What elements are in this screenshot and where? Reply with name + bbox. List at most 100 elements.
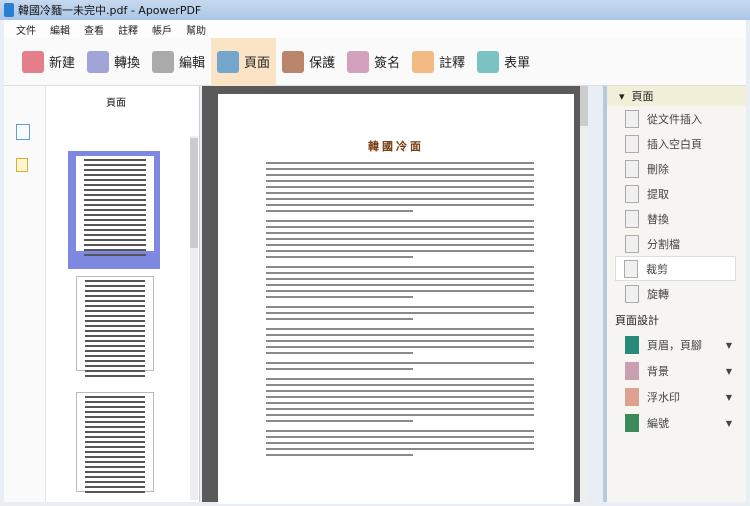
page-tool-icon: [625, 234, 639, 253]
attachment-icon[interactable]: [16, 158, 28, 172]
thumb-line: [85, 360, 145, 362]
dropdown-arrow-icon[interactable]: ▼: [726, 393, 732, 402]
toolbar-icon: [22, 50, 44, 73]
thumb-line: [85, 335, 145, 337]
pages-icon[interactable]: [16, 124, 30, 140]
toolbar-button-2[interactable]: 編輯: [146, 38, 211, 86]
thumb-line: [85, 396, 145, 398]
text-line: [266, 414, 534, 416]
thumb-line: [85, 466, 145, 468]
section-pages[interactable]: ▾ 頁面: [607, 86, 746, 106]
thumb-line: [85, 320, 145, 322]
toolbar-button-0[interactable]: 新建: [16, 38, 81, 86]
menu-account[interactable]: 帳戶: [152, 22, 172, 37]
thumb-line: [85, 350, 145, 352]
toolbar-button-6[interactable]: 註釋: [406, 38, 471, 86]
menu-edit[interactable]: 編輯: [50, 22, 70, 37]
toolbar-button-4[interactable]: 保護: [276, 38, 341, 86]
design-item[interactable]: 編號 ▼: [607, 410, 746, 436]
page-thumbnail-1[interactable]: [76, 156, 154, 256]
text-line: [266, 296, 414, 298]
toolbar-label: 註釋: [439, 56, 466, 71]
design-item[interactable]: 浮水印 ▼: [607, 384, 746, 410]
page-tool-item[interactable]: 裁剪: [615, 256, 736, 281]
dropdown-arrow-icon[interactable]: ▼: [726, 341, 732, 350]
thumb-line: [84, 239, 146, 241]
menu-file[interactable]: 文件: [16, 22, 36, 37]
toolbar-label: 簽名: [374, 56, 401, 71]
page-tool-item[interactable]: 分割檔: [607, 231, 746, 256]
page-tool-item[interactable]: 刪除: [607, 156, 746, 181]
text-line: [266, 384, 534, 386]
thumb-line: [85, 375, 145, 377]
page-thumbnail-3[interactable]: [76, 392, 154, 493]
thumb-line: [85, 441, 145, 443]
window-title: 韓國冷麵一未完中.pdf - ApowerPDF: [18, 4, 202, 17]
toolbar-label: 頁面: [244, 56, 271, 71]
thumb-line: [84, 169, 146, 171]
menu-comment[interactable]: 註釋: [118, 22, 138, 37]
design-label: 浮水印: [647, 391, 680, 404]
thumb-line: [84, 229, 146, 231]
design-icon: [625, 388, 639, 406]
document-body: [218, 162, 574, 456]
toolbar-button-7[interactable]: 表單: [471, 38, 536, 86]
page-tool-label: 提取: [647, 187, 669, 201]
thumb-line: [85, 295, 145, 297]
page-tools-panel: ▾ 頁面 從文件插入 插入空白頁 刪除 提取 替換 分割檔 裁剪 旋轉 頁面設計 頁眉，頁腳 ▼…: [603, 86, 746, 502]
text-line: [266, 278, 534, 280]
page-tool-item[interactable]: 提取: [607, 181, 746, 206]
toolbar-button-1[interactable]: 轉換: [81, 38, 146, 86]
menu-view[interactable]: 查看: [84, 22, 104, 37]
thumb-line: [85, 406, 145, 408]
toolbar-icon: [217, 50, 240, 73]
document-view: 韓國冷面: [202, 86, 588, 504]
thumb-line: [85, 285, 145, 287]
text-line: [266, 238, 534, 240]
thumb-line: [85, 300, 145, 302]
text-line: [266, 198, 534, 200]
thumb-line: [85, 476, 145, 478]
thumbnail-scrollbar[interactable]: [190, 136, 198, 500]
page-tool-icon: [625, 184, 639, 203]
menu-help[interactable]: 幫助: [186, 22, 206, 37]
text-line: [266, 368, 414, 370]
toolbar-label: 新建: [49, 56, 76, 71]
text-line: [266, 430, 534, 432]
thumb-line: [84, 214, 146, 216]
design-item[interactable]: 背景 ▼: [607, 358, 746, 384]
thumb-line: [85, 315, 145, 317]
thumb-line: [84, 189, 146, 191]
page-tool-label: 替換: [647, 212, 669, 226]
title-bar: 韓國冷麵一未完中.pdf - ApowerPDF: [0, 0, 750, 20]
thumb-line: [84, 234, 146, 236]
page-thumbnail-2[interactable]: [76, 276, 154, 377]
page-tool-icon: [625, 159, 639, 178]
page-tool-item[interactable]: 替換: [607, 206, 746, 231]
page-tool-item[interactable]: 旋轉: [607, 281, 746, 306]
dropdown-arrow-icon[interactable]: ▼: [726, 419, 732, 428]
toolbar-button-3[interactable]: 頁面: [211, 37, 277, 86]
document-scrollbar[interactable]: [580, 86, 588, 502]
text-line: [266, 162, 534, 164]
text-line: [266, 402, 534, 404]
dropdown-arrow-icon[interactable]: ▼: [726, 367, 732, 376]
thumb-line: [84, 164, 146, 166]
toolbar: 新建 轉換 編輯 頁面 保護 簽名 註釋 表單: [4, 37, 746, 86]
thumb-line: [85, 446, 145, 448]
page-tool-item[interactable]: 從文件插入: [607, 106, 746, 131]
toolbar-button-5[interactable]: 簽名: [341, 38, 406, 86]
thumb-line: [84, 194, 146, 196]
design-item[interactable]: 頁眉，頁腳 ▼: [607, 332, 746, 358]
side-strip: [4, 86, 46, 502]
page-tool-item[interactable]: 插入空白頁: [607, 131, 746, 156]
text-line: [266, 290, 534, 292]
section-pages-label: 頁面: [631, 90, 654, 103]
thumb-line: [85, 370, 145, 372]
text-line: [266, 312, 534, 314]
text-line: [266, 454, 414, 456]
document-heading: 韓國冷面: [368, 140, 424, 153]
thumb-line: [85, 431, 145, 433]
toolbar-icon: [347, 50, 370, 73]
text-line: [266, 362, 534, 364]
